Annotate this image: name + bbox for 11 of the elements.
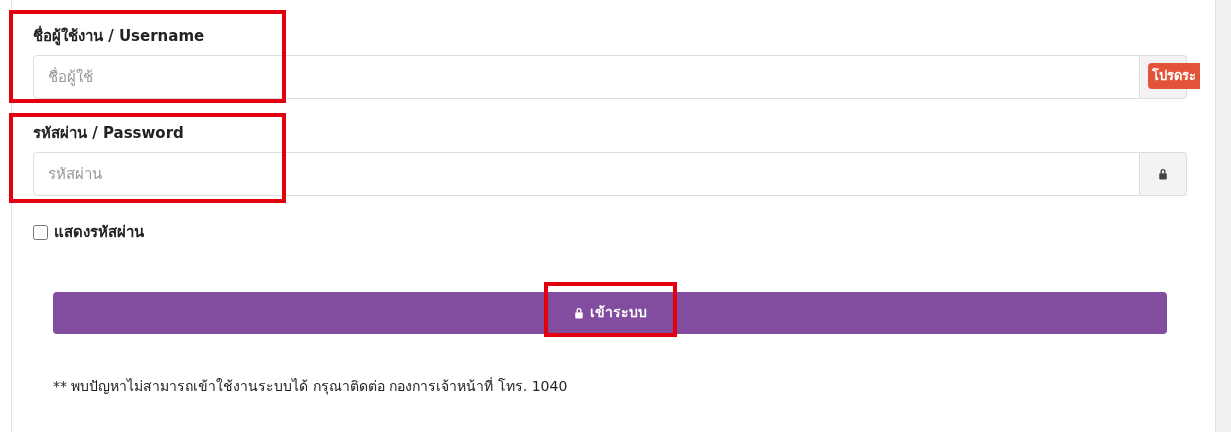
login-button[interactable]: เข้าระบบ <box>53 291 1167 334</box>
help-note: ** พบปัญหาไม่สามารถเข้าใช้งานระบบได้ กรุณาติดต่อ กองการเจ้าหน้าที่ โทร. 1040 <box>53 376 568 397</box>
checkbox-label: แสดงรหัสผ่าน <box>54 222 144 243</box>
lock-icon <box>573 306 584 319</box>
show-password-checkbox[interactable] <box>33 224 48 240</box>
password-field[interactable]: รหัสผ่าน <box>33 152 1140 196</box>
lock-icon <box>1158 168 1168 180</box>
username-field[interactable]: ชื่อผู้ใช้ <box>33 55 1140 99</box>
warning-badge: โปรดระ <box>1148 63 1200 89</box>
field-label: ชื่อผู้ใช้งาน / Username <box>33 24 205 48</box>
field-label: รหัสผ่าน / Password <box>33 123 184 144</box>
